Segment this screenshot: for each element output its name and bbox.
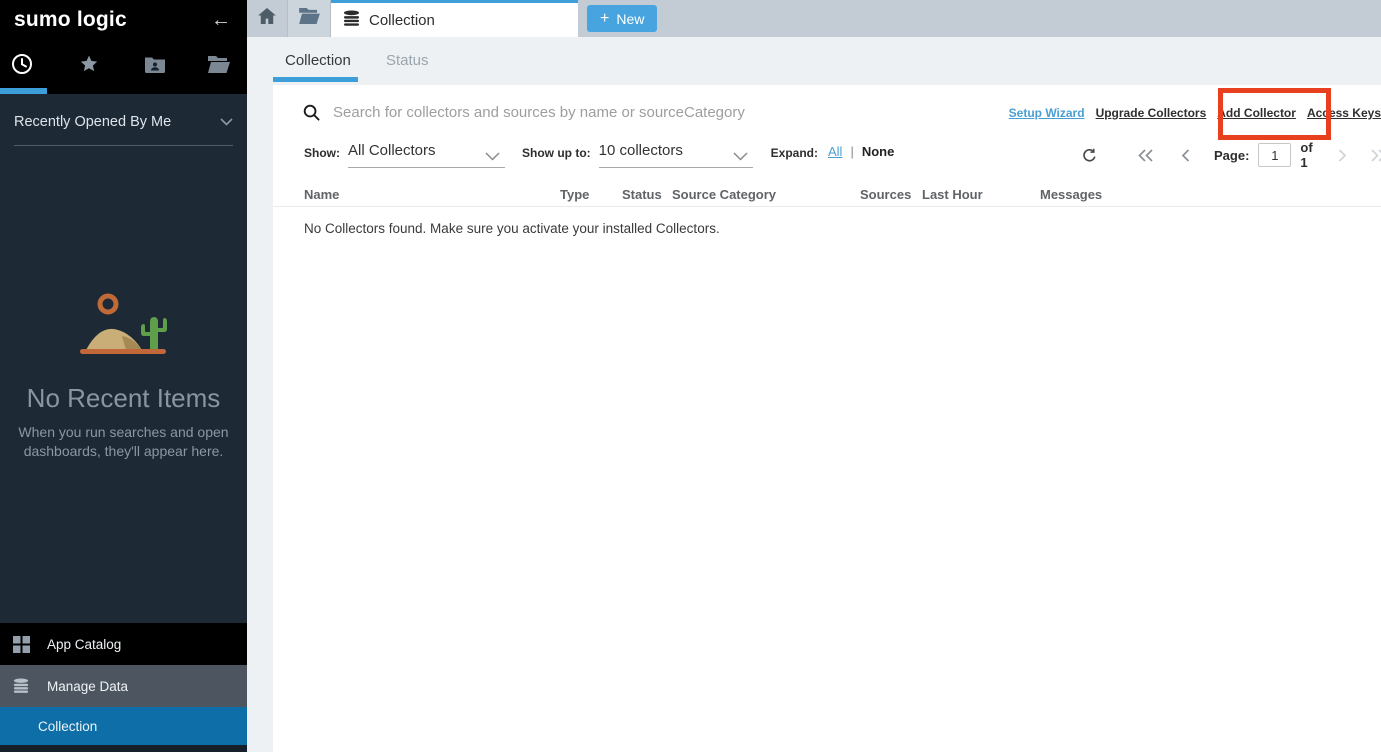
column-header-messages[interactable]: Messages xyxy=(1040,187,1381,202)
column-header-type[interactable]: Type xyxy=(560,187,622,202)
setup-wizard-link[interactable]: Setup Wizard xyxy=(1009,106,1085,120)
recent-clock-icon[interactable] xyxy=(11,53,33,80)
collapse-sidebar-icon[interactable]: ← xyxy=(211,10,231,30)
column-header-status[interactable]: Status xyxy=(622,187,672,202)
tab-collection-active[interactable]: Collection xyxy=(331,0,578,37)
collection-nav-label: Collection xyxy=(38,719,97,734)
recently-opened-dropdown[interactable]: Recently Opened By Me xyxy=(14,114,233,146)
subtab-collection[interactable]: Collection xyxy=(285,52,351,69)
show-label: Show: xyxy=(304,142,340,160)
show-collectors-dropdown[interactable]: All Collectors xyxy=(348,142,505,168)
sidebar-item-collection-active[interactable]: Collection xyxy=(0,707,247,745)
collection-database-icon xyxy=(343,10,360,31)
cactus-shape xyxy=(150,317,158,350)
content-left-gutter xyxy=(247,85,273,752)
subtab-status[interactable]: Status xyxy=(386,52,429,69)
main-area: Collection + New Collection Status Setup… xyxy=(247,0,1381,752)
expand-none-option[interactable]: None xyxy=(862,142,895,159)
sidebar: sumo logic ← Recently Opened By Me xyxy=(0,0,247,752)
column-header-source-category[interactable]: Source Category xyxy=(672,187,860,202)
show-up-to-label: Show up to: xyxy=(522,142,591,160)
search-input[interactable] xyxy=(333,99,953,125)
sidebar-bottom-strip xyxy=(0,745,247,752)
sidebar-item-app-catalog[interactable]: App Catalog xyxy=(0,623,247,665)
no-recent-items-description: When you run searches and open dashboard… xyxy=(0,423,247,461)
library-folder-icon[interactable] xyxy=(208,56,230,78)
page-count-label: of 1 xyxy=(1300,140,1312,170)
home-icon xyxy=(258,8,276,29)
sumo-logic-logo: sumo logic xyxy=(14,8,127,32)
search-icon xyxy=(303,104,320,126)
recently-opened-label: Recently Opened By Me xyxy=(14,114,171,130)
column-header-last-hour[interactable]: Last Hour xyxy=(922,187,1040,202)
previous-page-icon[interactable] xyxy=(1181,149,1190,162)
sidebar-bottom-nav: App Catalog Manage Data Collection xyxy=(0,623,247,752)
page-number-input[interactable] xyxy=(1258,143,1291,167)
personal-folder-icon[interactable] xyxy=(145,56,165,78)
new-button-label: New xyxy=(616,11,644,27)
new-tab-button[interactable]: + New xyxy=(587,5,657,32)
expand-all-link[interactable]: All xyxy=(828,142,842,159)
ground-shape xyxy=(80,349,166,354)
sidebar-header: sumo logic ← xyxy=(0,0,247,94)
folder-icon xyxy=(299,8,320,29)
active-section-indicator xyxy=(0,88,47,94)
show-up-to-dropdown[interactable]: 10 collectors xyxy=(599,142,753,168)
collectors-table-header: Name Type Status Source Category Sources… xyxy=(273,182,1381,207)
library-tab-button[interactable] xyxy=(288,0,331,37)
expand-label: Expand: xyxy=(771,142,818,160)
chevron-down-icon xyxy=(220,114,233,130)
desert-empty-illustration xyxy=(0,288,247,358)
sumo-logic-app: { "app": { "logo_text": "sumo logic" }, … xyxy=(0,0,1381,752)
sub-tab-bar: Collection Status xyxy=(247,37,1381,85)
access-keys-link[interactable]: Access Keys xyxy=(1307,106,1381,120)
first-page-icon[interactable] xyxy=(1137,149,1154,162)
collector-action-links: Setup Wizard Upgrade Collectors Add Coll… xyxy=(1009,106,1381,120)
refresh-icon[interactable] xyxy=(1082,148,1097,163)
active-subtab-underline xyxy=(273,77,358,82)
no-recent-items-title: No Recent Items xyxy=(0,383,247,414)
pagination-bar: Page: of 1 xyxy=(1082,141,1381,169)
collection-content: Setup Wizard Upgrade Collectors Add Coll… xyxy=(247,85,1381,752)
no-collectors-message: No Collectors found. Make sure you activ… xyxy=(304,221,720,236)
home-tab-button[interactable] xyxy=(247,0,288,37)
favorites-star-icon[interactable] xyxy=(79,54,99,79)
sun-icon xyxy=(100,296,116,312)
column-header-name[interactable]: Name xyxy=(304,187,560,202)
upgrade-collectors-link[interactable]: Upgrade Collectors xyxy=(1096,106,1207,120)
last-page-icon-disabled[interactable] xyxy=(1370,149,1381,162)
manage-data-label: Manage Data xyxy=(47,679,128,694)
top-tab-bar: Collection + New xyxy=(247,0,1381,37)
tab-collection-label: Collection xyxy=(369,12,435,29)
page-label: Page: xyxy=(1214,148,1249,163)
chevron-down-icon xyxy=(485,148,500,166)
app-catalog-label: App Catalog xyxy=(47,637,121,652)
add-collector-link[interactable]: Add Collector xyxy=(1217,106,1296,120)
expand-divider: | xyxy=(850,142,853,159)
column-header-sources[interactable]: Sources xyxy=(860,187,922,202)
plus-icon: + xyxy=(600,11,609,27)
sidebar-item-manage-data[interactable]: Manage Data xyxy=(0,665,247,707)
next-page-icon-disabled[interactable] xyxy=(1338,149,1347,162)
database-icon xyxy=(13,678,38,694)
chevron-down-icon xyxy=(733,148,748,166)
app-grid-icon xyxy=(13,636,38,653)
filter-bar: Show: All Collectors Show up to: 10 coll… xyxy=(304,142,894,168)
